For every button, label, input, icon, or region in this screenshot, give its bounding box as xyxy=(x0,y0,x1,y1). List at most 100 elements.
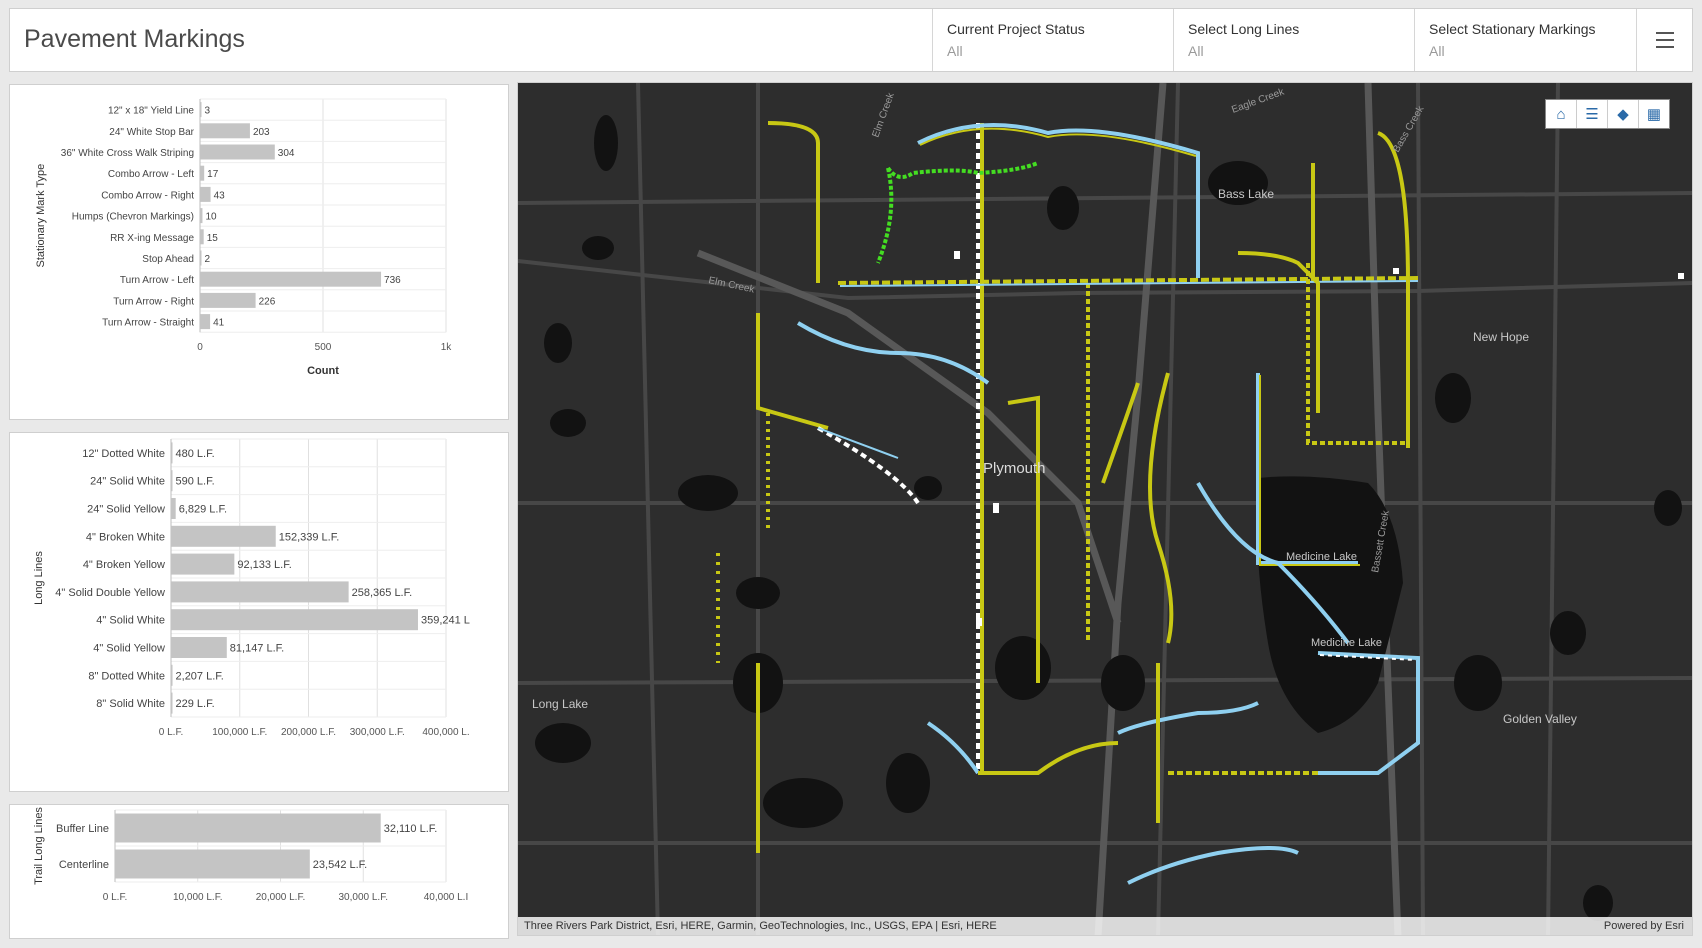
category-label: 24" Solid White xyxy=(90,476,165,488)
bar-value-label: 258,365 L.F. xyxy=(352,587,413,599)
category-label: 4" Broken Yellow xyxy=(83,559,165,571)
filter-label: Current Project Status xyxy=(947,21,1085,37)
y-axis-title: Long Lines xyxy=(33,551,45,605)
map-place-plymouth: Plymouth xyxy=(983,460,1046,477)
category-label: 12" Dotted White xyxy=(82,448,165,460)
bar-value-label: 480 L.F. xyxy=(176,448,215,460)
map-place-bass-lake: Bass Lake xyxy=(1218,187,1274,201)
filter-label: Select Long Lines xyxy=(1188,21,1300,37)
bar-value-label: 2 xyxy=(205,254,211,265)
bar[interactable] xyxy=(200,144,275,160)
category-label: RR X-ing Message xyxy=(110,233,194,244)
category-label: Combo Arrow - Right xyxy=(101,190,194,201)
category-label: 4" Solid Double Yellow xyxy=(55,587,165,599)
category-label: 24" White Stop Bar xyxy=(109,127,194,138)
bar[interactable] xyxy=(200,229,204,245)
bar-value-label: 229 L.F. xyxy=(176,698,215,710)
bar-value-label: 6,829 L.F. xyxy=(179,504,227,516)
category-label: Humps (Chevron Markings) xyxy=(72,212,194,223)
legend-icon[interactable]: ☰ xyxy=(1577,100,1608,128)
home-icon[interactable]: ⌂ xyxy=(1546,100,1577,128)
bar-value-label: 152,339 L.F. xyxy=(279,531,340,543)
filter-select-stationary-markings[interactable]: Select Stationary Markings All xyxy=(1414,9,1654,71)
powered-by-esri[interactable]: Powered by Esri xyxy=(1604,917,1684,935)
bar[interactable] xyxy=(171,609,418,631)
bar[interactable] xyxy=(171,553,235,575)
category-label: Buffer Line xyxy=(56,823,109,835)
map-view[interactable]: Bass Lake New Hope Plymouth Medicine Lak… xyxy=(517,82,1693,936)
long-lines-chart-panel: 0 L.F. 100,000 L.F. 200,000 L.F. 300,000 L.… xyxy=(9,432,509,792)
bar[interactable] xyxy=(200,165,205,181)
category-label: 24" Solid Yellow xyxy=(87,504,165,516)
map-attribution-bar: Three Rivers Park District, Esri, HERE, … xyxy=(518,917,1692,935)
bar[interactable] xyxy=(115,849,310,879)
map-creek-elm-creek-north: Elm Creek xyxy=(870,90,897,139)
map-place-medicine-lake-city: Medicine Lake xyxy=(1311,637,1382,649)
app-header: Pavement Markings Current Project Status… xyxy=(9,8,1693,72)
bar[interactable] xyxy=(171,664,173,686)
x-tick-label: 20,000 L.F. xyxy=(256,892,305,903)
bar[interactable] xyxy=(115,813,381,843)
trail-long-lines-chart: 0 L.F. 10,000 L.F. 20,000 L.F. 30,000 L.F. 4… xyxy=(33,807,468,903)
bar[interactable] xyxy=(200,102,202,118)
filter-current-project-status[interactable]: Current Project Status All xyxy=(932,9,1172,71)
category-label: Turn Arrow - Straight xyxy=(102,318,194,329)
category-label: 8" Dotted White xyxy=(88,670,165,682)
stationary-markings-chart-panel: 0 500 1k 12" x 18" Yield Line 3 24" White Sto… xyxy=(9,84,509,420)
bar-value-label: 17 xyxy=(207,169,219,180)
filter-select-long-lines[interactable]: Select Long Lines All xyxy=(1173,9,1413,71)
map-creek-bass-creek: Bass Creek xyxy=(1391,103,1427,154)
bar[interactable] xyxy=(200,208,203,224)
category-label: 4" Solid Yellow xyxy=(93,643,165,655)
category-label: Centerline xyxy=(59,859,109,871)
bar[interactable] xyxy=(171,470,173,492)
x-tick-label: 1k xyxy=(441,342,453,353)
bar-value-label: 92,133 L.F. xyxy=(237,559,291,571)
bar-value-label: 2,207 L.F. xyxy=(176,670,224,682)
bar[interactable] xyxy=(171,581,349,603)
filter-value: All xyxy=(947,43,963,59)
bar[interactable] xyxy=(200,123,250,139)
filter-value: All xyxy=(1188,43,1204,59)
bar[interactable] xyxy=(171,637,227,658)
hamburger-menu-icon[interactable] xyxy=(1636,9,1692,71)
y-axis-title: Stationary Mark Type xyxy=(35,164,47,268)
x-tick-label: 40,000 L.I xyxy=(424,892,468,903)
bar-value-label: 41 xyxy=(213,318,225,329)
map-place-new-hope: New Hope xyxy=(1473,330,1529,344)
bar-value-label: 10 xyxy=(205,212,217,223)
bar-value-label: 32,110 L.F. xyxy=(384,823,438,835)
bar[interactable] xyxy=(200,292,256,308)
bar[interactable] xyxy=(171,498,176,519)
bar-value-label: 15 xyxy=(207,233,219,244)
category-label: 36" White Cross Walk Striping xyxy=(61,148,194,159)
category-label: Turn Arrow - Right xyxy=(113,296,194,307)
bar[interactable] xyxy=(200,314,211,330)
x-tick-label: 400,000 L. xyxy=(422,727,469,738)
x-tick-label: 0 L.F. xyxy=(159,727,183,738)
x-tick-label: 0 xyxy=(197,342,203,353)
bar[interactable] xyxy=(200,271,382,287)
category-label: Combo Arrow - Left xyxy=(108,169,194,180)
map-creek-eagle-creek: Eagle Creek xyxy=(1230,86,1286,115)
layers-icon[interactable]: ◆ xyxy=(1608,100,1639,128)
x-tick-label: 100,000 L.F. xyxy=(212,727,267,738)
x-tick-label: 10,000 L.F. xyxy=(173,892,222,903)
bar-value-label: 43 xyxy=(214,190,226,201)
bar[interactable] xyxy=(200,250,202,266)
bar-value-label: 359,241 L xyxy=(421,615,470,627)
bar[interactable] xyxy=(171,692,173,714)
basemap-icon[interactable]: ▦ xyxy=(1639,100,1669,128)
bar-value-label: 81,147 L.F. xyxy=(230,643,284,655)
x-tick-label: 200,000 L.F. xyxy=(281,727,336,738)
x-tick-label: 30,000 L.F. xyxy=(339,892,388,903)
map-canvas[interactable]: Bass Lake New Hope Plymouth Medicine Lak… xyxy=(518,83,1693,936)
bar[interactable] xyxy=(200,186,211,202)
map-toolbar: ⌂ ☰ ◆ ▦ xyxy=(1545,99,1670,129)
category-label: 4" Solid White xyxy=(96,615,165,627)
stationary-markings-chart: 0 500 1k 12" x 18" Yield Line 3 24" White Sto… xyxy=(35,98,453,377)
bar[interactable] xyxy=(171,525,276,547)
category-label: 4" Broken White xyxy=(86,531,165,543)
filter-value: All xyxy=(1429,43,1445,59)
bar[interactable] xyxy=(171,442,173,464)
